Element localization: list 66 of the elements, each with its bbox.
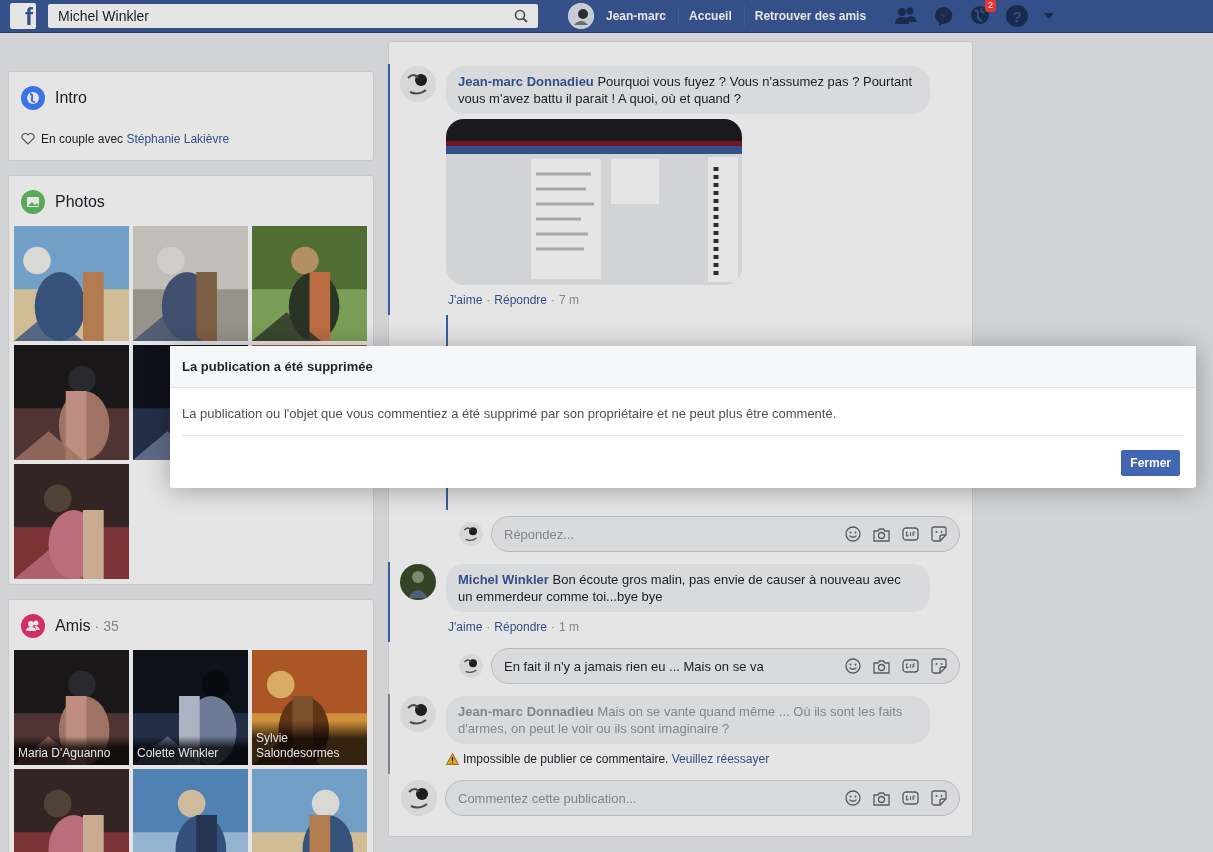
avatar[interactable] — [401, 780, 437, 816]
action-link[interactable]: J'aime — [448, 620, 483, 634]
comment-field[interactable]: Commentez cette publication... — [458, 790, 837, 806]
separator-dot: · — [551, 293, 556, 307]
sticker-icon[interactable] — [931, 658, 947, 674]
avatar[interactable] — [568, 3, 594, 29]
action-link[interactable]: J'aime — [448, 293, 483, 307]
emoji-icon[interactable] — [845, 658, 861, 674]
avatar[interactable] — [400, 564, 436, 600]
section-title: Photos — [55, 193, 105, 211]
globe-icon — [21, 86, 45, 110]
error-message: Impossible de publier ce commentaire. Veuillez réessayer — [463, 752, 770, 766]
comment-box[interactable]: Commentez cette publication... — [445, 780, 960, 816]
gif-icon[interactable] — [902, 527, 919, 541]
comment-text: Jean-marc Donnadieu Mais on se vante quand même ... Où ils sont les faits d'armes, on peut le voir ou ils sont imaginaire ? — [458, 703, 904, 737]
heart-icon — [21, 133, 35, 145]
nav-link[interactable]: Accueil — [678, 6, 742, 26]
separator-dot: · — [94, 618, 100, 634]
dialog-title: La publication a été supprimée — [170, 346, 1196, 388]
sticker-icon[interactable] — [931, 790, 947, 806]
profile-link[interactable]: Jean-marc — [596, 6, 677, 26]
comment-box[interactable]: En fait il n'y a jamais rien eu ... Mais on se va — [491, 648, 960, 684]
notification-badge: 2 — [985, 0, 997, 12]
globe-icon[interactable] — [970, 4, 991, 25]
action-link[interactable]: Répondre — [494, 293, 548, 307]
search-icon[interactable] — [514, 9, 528, 23]
retry-link[interactable]: Veuillez réessayer — [671, 752, 770, 766]
action-link[interactable]: Répondre — [494, 620, 548, 634]
comment-field[interactable]: Répondez... — [504, 526, 837, 542]
search-bar[interactable]: Michel Winkler — [48, 4, 538, 28]
gif-icon[interactable] — [902, 659, 919, 673]
emoji-icon[interactable] — [845, 790, 861, 806]
facebook-logo[interactable]: f — [10, 3, 36, 29]
comment-time: 1 m — [559, 620, 580, 634]
author-link[interactable]: Michel Winkler — [458, 572, 549, 587]
section-title: Intro — [55, 89, 87, 107]
separator-dot: · — [486, 293, 491, 307]
close-button[interactable]: Fermer — [1121, 450, 1180, 476]
search-field[interactable]: Michel Winkler — [58, 8, 514, 24]
avatar[interactable] — [459, 522, 483, 546]
separator-dot: · — [551, 620, 556, 634]
gif-icon[interactable] — [902, 791, 919, 805]
comment-text: Jean-marc Donnadieu Pourquoi vous fuyez ? Vous n'assumez pas ? Pourtant vous m'avez battu il parait ! A quoi, où et quand ? — [458, 73, 914, 107]
sticker-icon[interactable] — [931, 526, 947, 542]
nav-link[interactable]: Retrouver des amis — [743, 6, 877, 26]
separator-dot: · — [486, 620, 491, 634]
dialog-message: La publication ou l'objet que vous commentiez a été supprimé par son propriétaire et ne peut plus être commenté. — [182, 406, 1184, 436]
author-link[interactable]: Jean-marc Donnadieu — [458, 74, 594, 89]
avatar[interactable] — [459, 654, 483, 678]
camera-icon[interactable] — [873, 658, 890, 674]
photo-icon — [21, 190, 45, 214]
avatar[interactable] — [400, 66, 436, 102]
friend-count: 35 — [103, 618, 119, 634]
comment-time: 7 m — [559, 293, 580, 307]
friends-icon — [21, 614, 45, 638]
partner-link[interactable]: Stéphanie Lakièvre — [126, 132, 230, 146]
comment-field[interactable]: En fait il n'y a jamais rien eu ... Mais on se va — [504, 658, 837, 674]
camera-icon[interactable] — [873, 526, 890, 542]
comment-text: Michel Winkler Bon écoute gros malin, pas envie de causer à nouveau avec un emmerdeur comme toi...bye bye — [458, 571, 902, 605]
comment-box[interactable]: Répondez... — [491, 516, 960, 552]
camera-icon[interactable] — [873, 790, 890, 806]
emoji-icon[interactable] — [845, 526, 861, 542]
relationship-text: En couple avec Stéphanie Lakièvre — [41, 132, 230, 146]
section-title: Amis — [55, 617, 91, 635]
warning-icon — [446, 753, 459, 765]
avatar[interactable] — [400, 696, 436, 732]
